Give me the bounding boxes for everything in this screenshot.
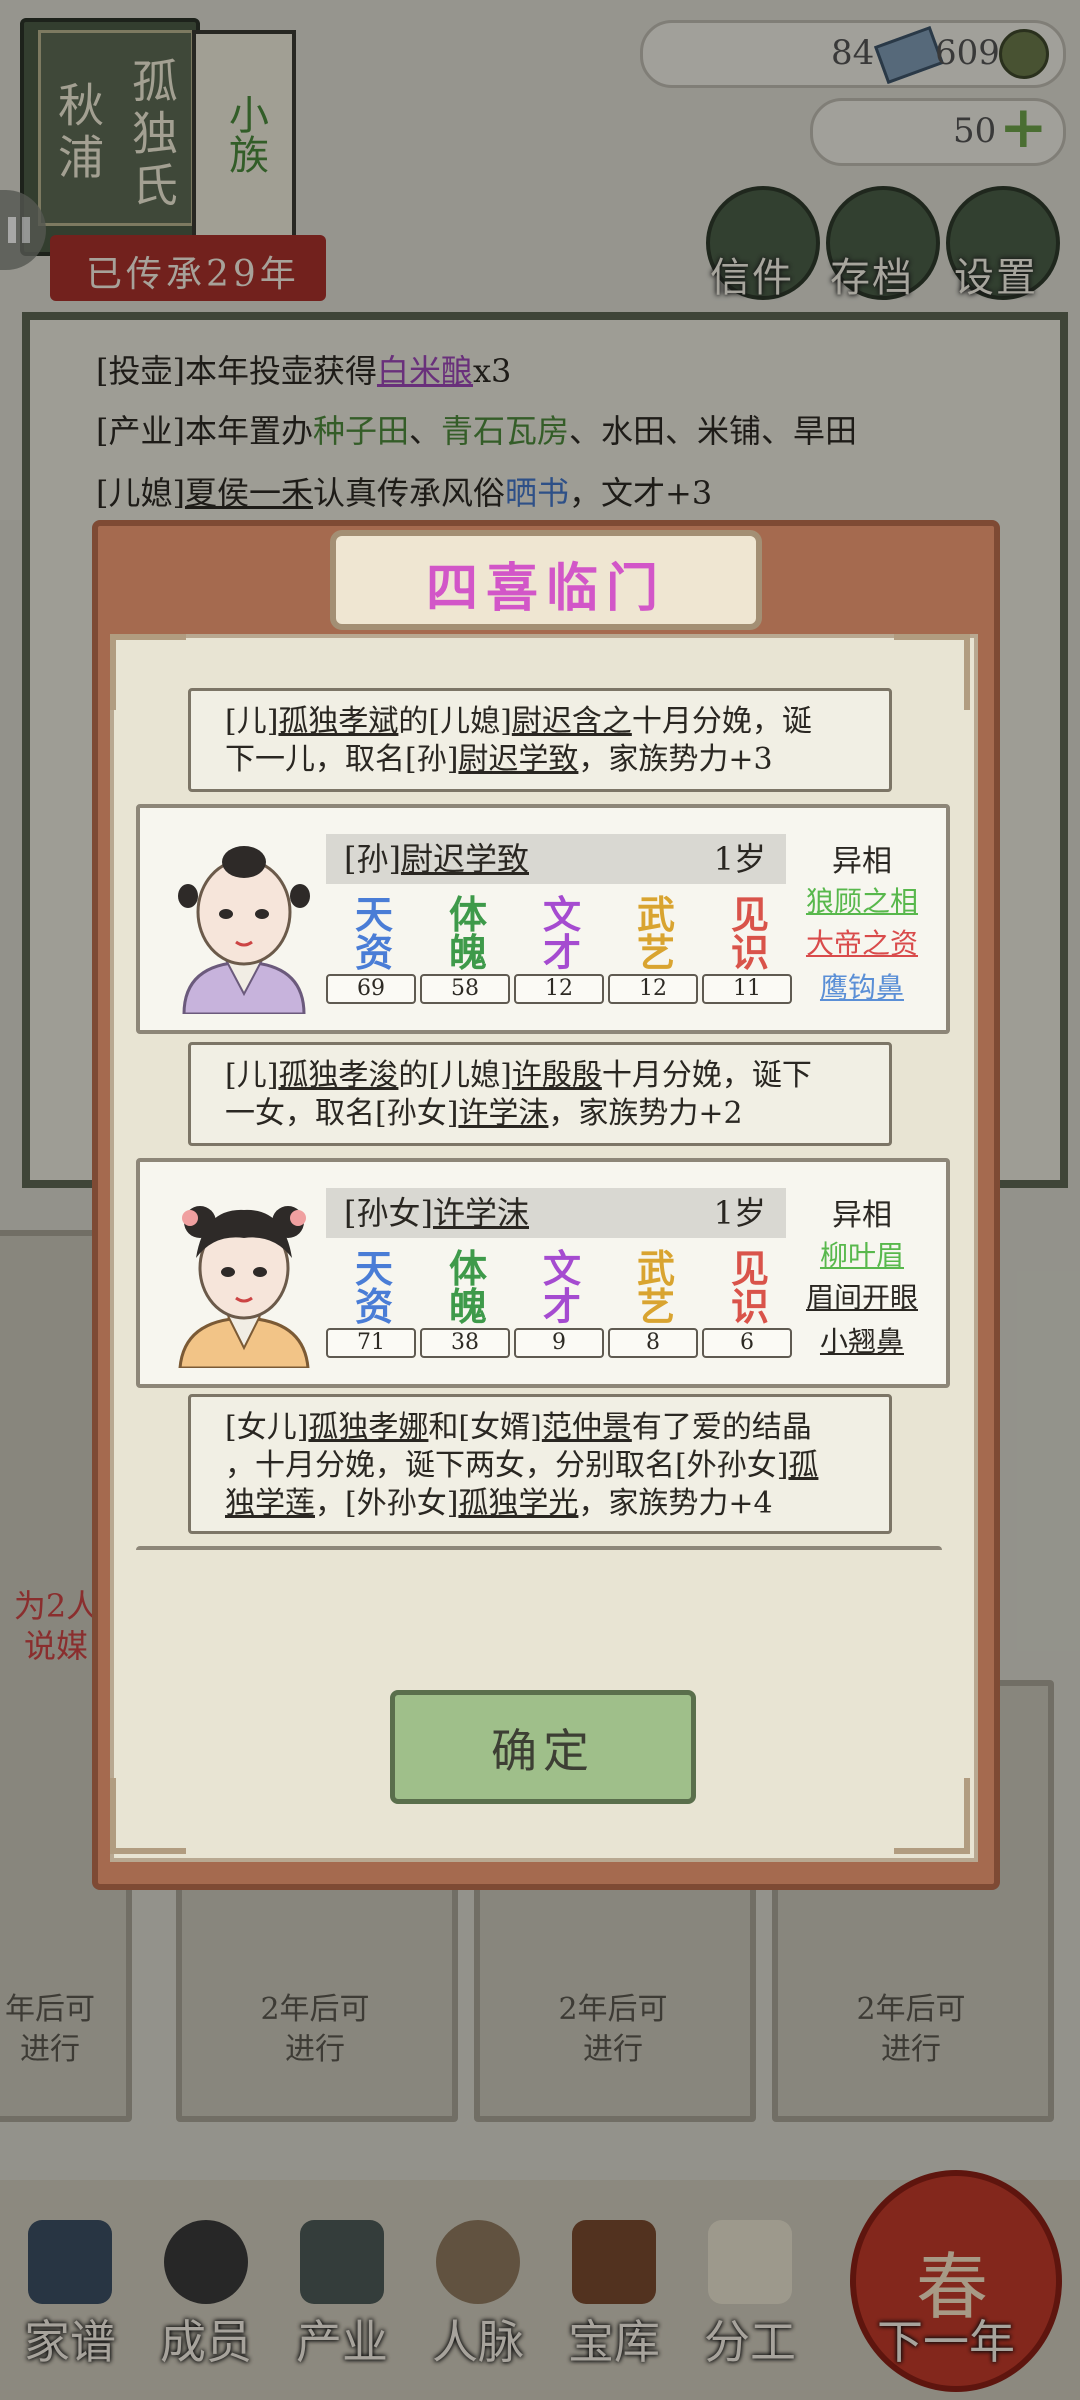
child-card-1[interactable]: [孙]尉迟学致 1岁 天资 体魄 文才 武艺 见识 69 58 12 12 11… bbox=[136, 804, 950, 1034]
attr-label-talent: 天资 bbox=[354, 1246, 393, 1329]
attr-label-insight: 见识 bbox=[730, 1246, 769, 1329]
attr-label-physique: 体魄 bbox=[448, 892, 487, 975]
attr-value-physique: 58 bbox=[420, 974, 510, 1004]
child-age: 1岁 bbox=[713, 1194, 766, 1232]
attr-label-insight: 见识 bbox=[730, 892, 769, 975]
attr-label-literary: 文才 bbox=[542, 892, 581, 975]
next-card-edge bbox=[136, 1546, 942, 1558]
attr-label-physique: 体魄 bbox=[448, 1246, 487, 1329]
attr-label-martial: 武艺 bbox=[636, 1246, 675, 1329]
child-name[interactable]: 尉迟学致 bbox=[401, 840, 529, 878]
child-name[interactable]: 许学沫 bbox=[433, 1194, 529, 1232]
trait-3[interactable]: 鹰钩鼻 bbox=[792, 966, 932, 1006]
child-portrait bbox=[164, 834, 324, 1016]
trait-2[interactable]: 眉间开眼 bbox=[792, 1276, 932, 1316]
attr-value-talent: 69 bbox=[326, 974, 416, 1004]
modal-title: 四喜临门 bbox=[425, 558, 666, 619]
child-name-bar: [孙女]许学沫 1岁 bbox=[326, 1188, 786, 1238]
trait-1[interactable]: 狼顾之相 bbox=[792, 880, 932, 920]
confirm-button[interactable]: 确定 bbox=[390, 1690, 696, 1804]
child-age: 1岁 bbox=[713, 840, 766, 878]
attr-value-insight: 6 bbox=[702, 1328, 792, 1358]
attr-value-martial: 12 bbox=[608, 974, 698, 1004]
corner-ornament bbox=[894, 634, 970, 710]
attr-label-literary: 文才 bbox=[542, 1246, 581, 1329]
attr-value-martial: 8 bbox=[608, 1328, 698, 1358]
trait-2[interactable]: 大帝之资 bbox=[792, 922, 932, 962]
corner-ornament bbox=[110, 1778, 186, 1854]
trait-3[interactable]: 小翘鼻 bbox=[792, 1320, 932, 1360]
child-name-bar: [孙]尉迟学致 1岁 bbox=[326, 834, 786, 884]
attr-value-literary: 12 bbox=[514, 974, 604, 1004]
attr-value-physique: 38 bbox=[420, 1328, 510, 1358]
attr-value-talent: 71 bbox=[326, 1328, 416, 1358]
child-card-2[interactable]: [孙女]许学沫 1岁 天资 体魄 文才 武艺 见识 71 38 9 8 6 异相… bbox=[136, 1158, 950, 1388]
attr-value-insight: 11 bbox=[702, 974, 792, 1004]
birth-message-3: [女儿]孤独孝娜和[女婿]范仲景有了爱的结晶 ，十月分娩，诞下两女，分别取名[外… bbox=[188, 1394, 892, 1534]
attr-label-martial: 武艺 bbox=[636, 892, 675, 975]
trait-1[interactable]: 柳叶眉 bbox=[792, 1234, 932, 1274]
child-portrait bbox=[164, 1188, 324, 1370]
corner-ornament bbox=[110, 634, 186, 710]
birth-message-1: [儿]孤独孝斌的[儿媳]尉迟含之十月分娩，诞 下一儿，取名[孙]尉迟学致，家族势… bbox=[188, 688, 892, 792]
corner-ornament bbox=[894, 1778, 970, 1854]
attr-label-talent: 天资 bbox=[354, 892, 393, 975]
modal-title-plate: 四喜临门 bbox=[330, 530, 762, 630]
birth-message-2: [儿]孤独孝浚的[儿媳]许殷殷十月分娩，诞下 一女，取名[孙女]许学沫，家族势力… bbox=[188, 1042, 892, 1146]
traits-title: 异相 bbox=[832, 1198, 892, 1233]
attr-value-literary: 9 bbox=[514, 1328, 604, 1358]
confirm-label: 确定 bbox=[491, 1724, 595, 1778]
traits-title: 异相 bbox=[832, 844, 892, 879]
